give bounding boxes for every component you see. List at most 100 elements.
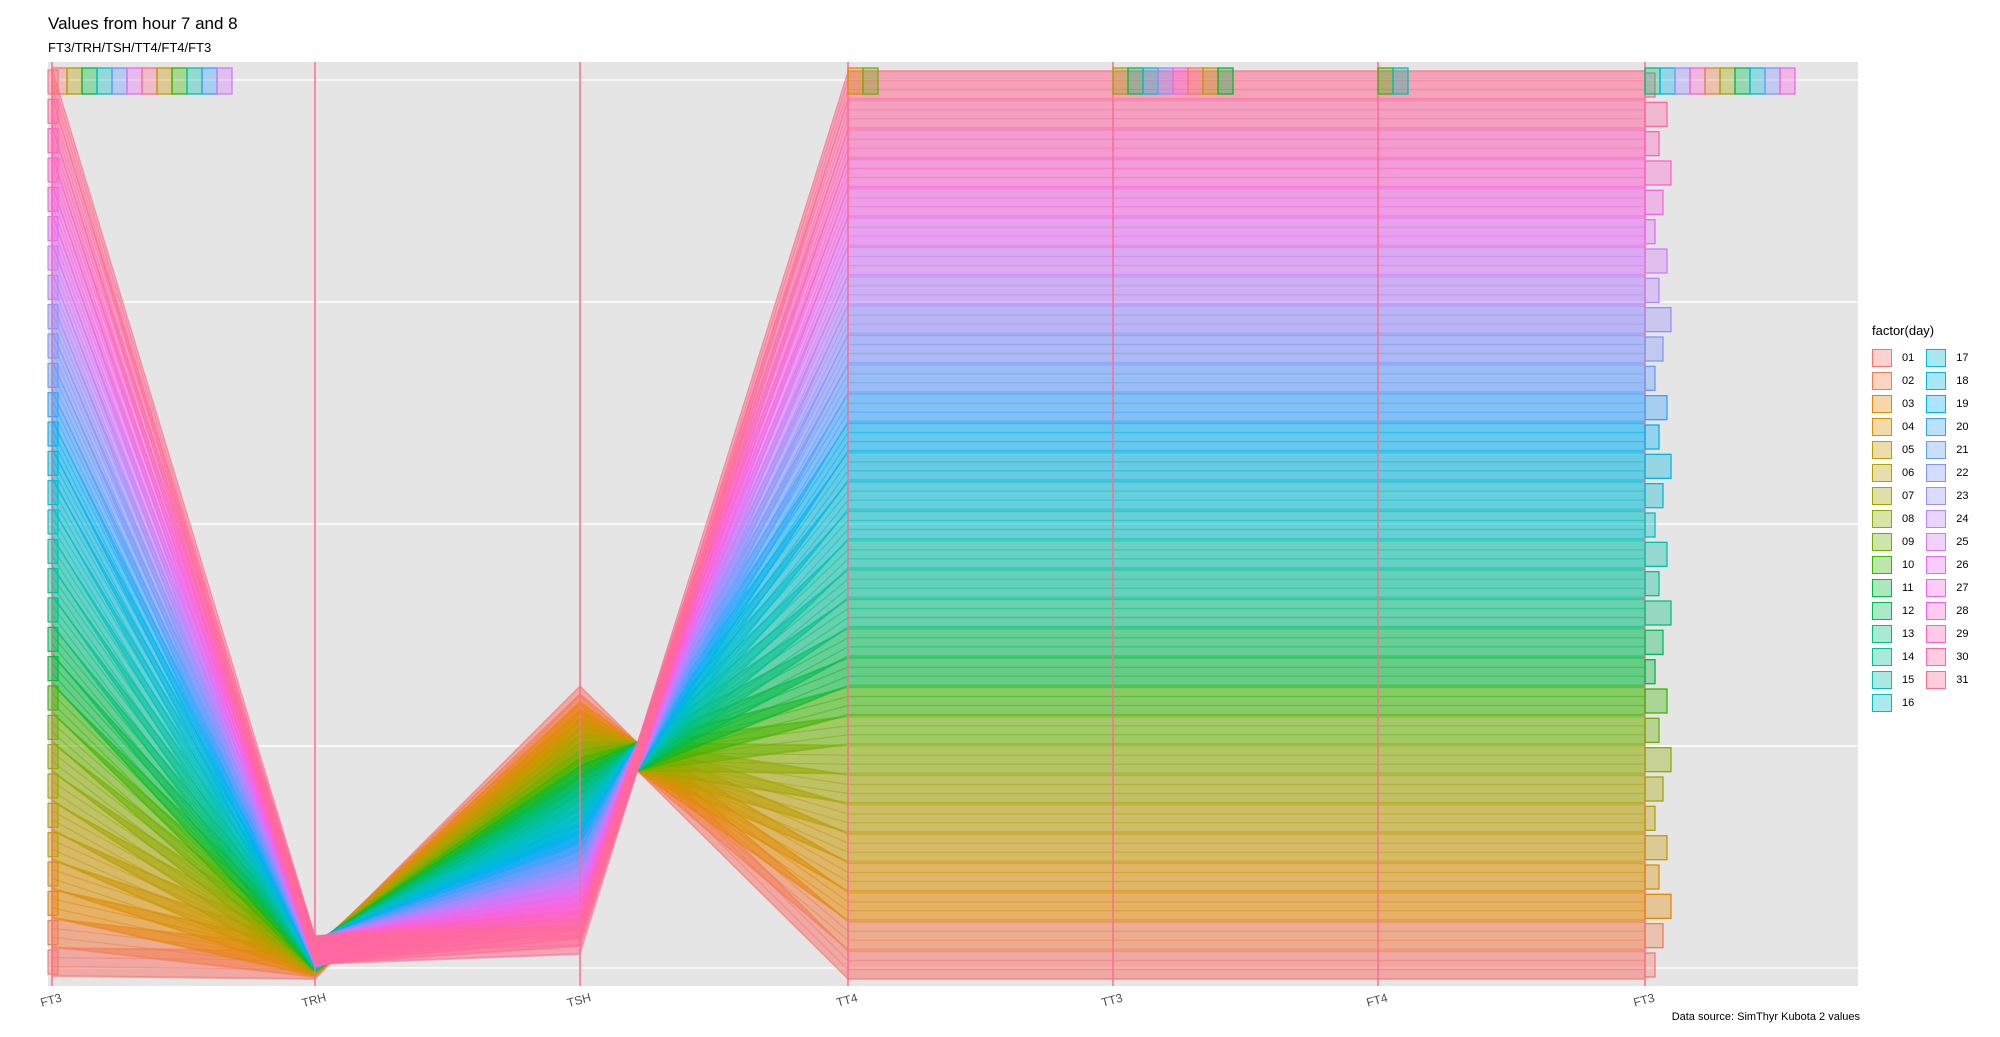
hist-bar-ft3-left-day-11 [47, 656, 59, 682]
hist-bar-ft3-day-13 [1644, 600, 1672, 626]
hist-bar-top [1112, 67, 1129, 95]
legend-label: 24 [1956, 512, 1969, 525]
legend-key [1872, 647, 1892, 666]
legend-key [1872, 348, 1892, 367]
hist-bar-ft3-left-day-08 [47, 744, 59, 770]
hist-bar-ft3-left-day-03 [47, 890, 59, 916]
legend-label: 27 [1956, 581, 1969, 594]
hist-bar-top [126, 67, 143, 95]
legend-item-day-10: 10 [1872, 553, 1914, 576]
hist-bar-top [1719, 67, 1736, 95]
hist-bar-ft3-left-day-07 [47, 773, 59, 799]
hist-bar-top [66, 67, 83, 95]
hist-bar-ft3-day-01 [1644, 952, 1656, 978]
data-source-caption: Data source: SimThyr Kubota 2 values [1671, 1011, 1860, 1023]
legend-key [1926, 601, 1947, 620]
hist-bar-ft3-left-day-06 [47, 802, 59, 828]
legend-key [1872, 486, 1892, 505]
legend-item-day-12: 12 [1872, 599, 1914, 622]
hist-bar-ft3-day-26 [1644, 219, 1656, 245]
hist-bar-ft3-day-14 [1644, 571, 1660, 597]
x-tick-label-tsh: TSH [566, 990, 593, 1010]
x-tick-label-ft3: FT3 [39, 991, 64, 1010]
legend-key [1872, 578, 1892, 597]
x-tick-label-trh: TRH [300, 990, 327, 1010]
legend-label: 07 [1902, 489, 1915, 502]
legend-item-day-13: 13 [1872, 622, 1914, 645]
legend-item-day-02: 02 [1872, 369, 1914, 392]
hist-bar-ft3-left-day-12 [47, 626, 59, 652]
legend-item-day-22: 22 [1926, 461, 1969, 484]
legend-key [1926, 371, 1947, 390]
hist-bar-ft3-day-11 [1644, 659, 1656, 685]
legend-label: 26 [1956, 558, 1969, 571]
hist-bar-top [1749, 67, 1766, 95]
hist-bar-ft3-day-23 [1644, 307, 1672, 333]
hist-bar-top [1187, 67, 1204, 95]
legend-key [1872, 371, 1892, 390]
hist-bar-ft3-left-day-20 [47, 392, 59, 418]
hist-bar-ft3-left-day-29 [47, 128, 59, 154]
hist-bar-top [171, 67, 188, 95]
hist-bar-ft3-day-07 [1644, 776, 1664, 802]
hist-bar-ft3-left-day-25 [47, 245, 59, 271]
hist-bar-ft3-left-day-30 [47, 98, 59, 124]
legend-label: 16 [1902, 696, 1915, 709]
legend-item-day-09: 09 [1872, 530, 1914, 553]
legend-label: 10 [1902, 558, 1915, 571]
hist-bar-ft3-left-day-23 [47, 304, 59, 330]
hist-bar-ft3-day-19 [1644, 424, 1660, 450]
hist-bar-ft3-left-day-26 [47, 216, 59, 242]
legend-key [1872, 440, 1892, 459]
hist-bar-ft3-day-18 [1644, 453, 1672, 479]
legend-key [1926, 486, 1947, 505]
x-tick-label-ft3: FT3 [1632, 991, 1657, 1010]
hist-bar-top [1779, 67, 1796, 95]
legend-label: 12 [1902, 604, 1915, 617]
hist-bar-top [201, 67, 218, 95]
legend-item-day-17: 17 [1926, 346, 1969, 369]
legend-item-day-11: 11 [1872, 576, 1914, 599]
legend-label: 25 [1956, 535, 1969, 548]
legend-label: 22 [1956, 466, 1969, 479]
legend-item-day-06: 06 [1872, 461, 1914, 484]
x-tick-label-tt4: TT4 [835, 991, 860, 1010]
legend-key [1872, 463, 1892, 482]
hist-bar-top [1764, 67, 1781, 95]
legend-item-day-26: 26 [1926, 553, 1969, 576]
hist-bar-ft3-left-day-16 [47, 509, 59, 535]
hist-bar-ft3-day-08 [1644, 747, 1672, 773]
legend-key [1872, 601, 1892, 620]
legend-item-day-28: 28 [1926, 599, 1969, 622]
hist-bar-ft3-day-24 [1644, 277, 1660, 303]
hist-bar-ft3-day-27 [1644, 189, 1664, 215]
hist-bar-top [1127, 67, 1144, 95]
hist-bar-ft3-left-day-13 [47, 597, 59, 623]
legend-key [1872, 555, 1892, 574]
x-tick-labels: FT3 TRH TSH TT4 TT3 FT4 FT3 [39, 990, 1657, 1010]
hist-bar-ft3-day-04 [1644, 864, 1660, 890]
hist-bar-top [1172, 67, 1189, 95]
hist-bar-ft3-left-day-09 [47, 714, 59, 740]
legend-label: 28 [1956, 604, 1969, 617]
hist-bar-top [111, 67, 128, 95]
legend-item-day-31: 31 [1926, 668, 1969, 691]
legend-label: 17 [1956, 351, 1969, 364]
legend-key [1926, 578, 1947, 597]
legend-label: 01 [1902, 351, 1915, 364]
hist-bar-ft3-day-10 [1644, 688, 1668, 714]
hist-bar-top [1659, 67, 1676, 95]
legend-key [1926, 463, 1947, 482]
parallel-coordinates-chart: FT3 TRH TSH TT4 TT3 FT4 FT3 [39, 62, 1858, 1010]
legend-label: 19 [1956, 397, 1969, 410]
legend-item-day-29: 29 [1926, 622, 1969, 645]
legend-item-day-08: 08 [1872, 507, 1914, 530]
legend-label: 04 [1902, 420, 1915, 433]
legend-label: 31 [1956, 673, 1969, 686]
hist-bar-ft3-day-02 [1644, 923, 1664, 949]
hist-bar-top [96, 67, 113, 95]
hist-bar-top [186, 67, 203, 95]
legend-item-day-27: 27 [1926, 576, 1969, 599]
hist-bar-ft3-day-30 [1644, 101, 1668, 127]
legend-key [1872, 417, 1892, 436]
